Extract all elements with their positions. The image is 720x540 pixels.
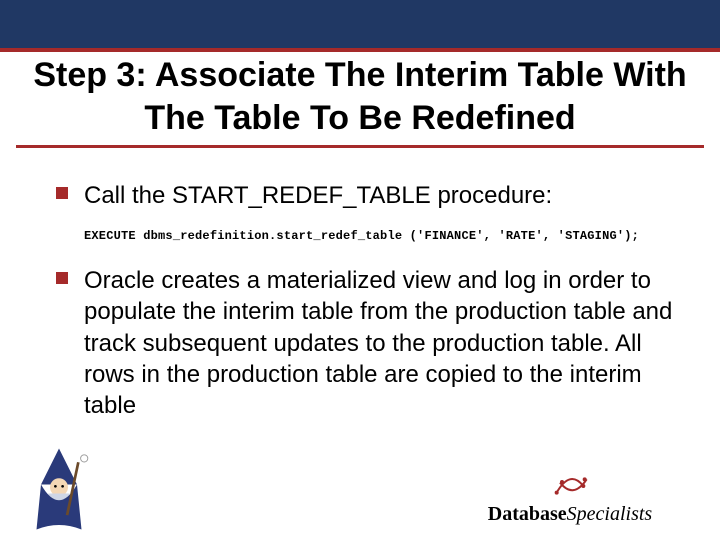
bullet-text: Call the START_REDEF_TABLE procedure: xyxy=(84,180,692,211)
header-band xyxy=(0,0,720,48)
slide-body: Call the START_REDEF_TABLE procedure: EX… xyxy=(56,180,692,439)
wizard-icon xyxy=(14,444,104,534)
swirl-icon xyxy=(550,471,590,501)
bullet-marker-icon xyxy=(56,187,68,199)
brand-logo: DatabaseSpecialists xyxy=(460,471,680,526)
bullet-item: Call the START_REDEF_TABLE procedure: xyxy=(56,180,692,211)
brand-text: DatabaseSpecialists xyxy=(460,503,680,526)
code-line: EXECUTE dbms_redefinition.start_redef_ta… xyxy=(56,229,692,243)
slide: Step 3: Associate The Interim Table With… xyxy=(0,0,720,540)
slide-title: Step 3: Associate The Interim Table With… xyxy=(16,54,704,148)
brand-word-1: Database xyxy=(488,503,567,525)
brand-word-2: Specialists xyxy=(567,503,653,525)
bullet-item: Oracle creates a materialized view and l… xyxy=(56,265,692,421)
bullet-marker-icon xyxy=(56,272,68,284)
bullet-text: Oracle creates a materialized view and l… xyxy=(84,265,692,421)
